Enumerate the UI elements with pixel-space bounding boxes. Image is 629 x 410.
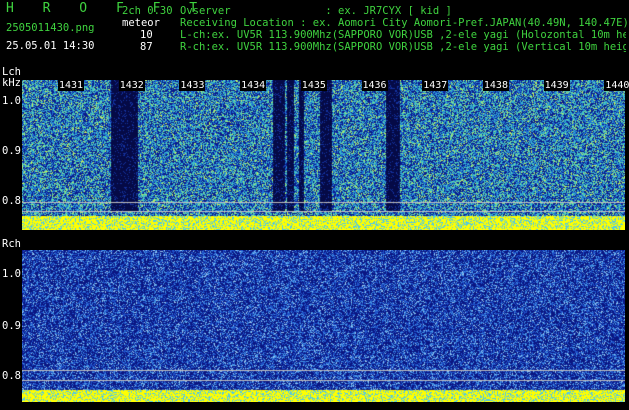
time-tick-1434: 1434 bbox=[240, 80, 267, 91]
lch-info-line: L-ch:ex. UV5R 113.900Mhz(SAPPORO VOR)USB… bbox=[180, 29, 626, 41]
time-tick-1432: 1432 bbox=[118, 80, 145, 91]
time-tick-1437: 1437 bbox=[422, 80, 449, 91]
observer-line: Ovserver : ex. JR7CYX [ kid ] bbox=[180, 5, 452, 17]
meteor-count-l: 10 bbox=[140, 29, 153, 41]
lch-spectrogram bbox=[22, 80, 625, 230]
rch-ytick-3: 0.8 bbox=[2, 370, 21, 382]
app-brand: H R O F F T bbox=[6, 1, 208, 16]
location-line: Receiving Location : ex. Aomori City Aom… bbox=[180, 17, 629, 29]
time-tick-1439: 1439 bbox=[543, 80, 570, 91]
lch-ytick-1: 1.0 bbox=[2, 95, 21, 107]
rch-spectrogram bbox=[22, 250, 625, 402]
filename-label: 2505011430.png bbox=[6, 22, 95, 34]
rch-ytick-1: 1.0 bbox=[2, 268, 21, 280]
rch-ytick-2: 0.9 bbox=[2, 320, 21, 332]
time-tick-1440: 1440 bbox=[604, 80, 629, 91]
time-tick-1431: 1431 bbox=[58, 80, 85, 91]
time-tick-1435: 1435 bbox=[300, 80, 327, 91]
time-tick-1436: 1436 bbox=[361, 80, 388, 91]
time-tick-1433: 1433 bbox=[179, 80, 206, 91]
rch-label: Rch bbox=[2, 238, 21, 250]
rch-info-line: R-ch:ex. UV5R 113.900Mhz(SAPPORO VOR)USB… bbox=[180, 41, 626, 53]
meteor-count-r: 87 bbox=[140, 41, 153, 53]
lch-unit-label: kHz bbox=[2, 77, 21, 89]
time-tick-1438: 1438 bbox=[482, 80, 509, 91]
lch-ytick-3: 0.8 bbox=[2, 195, 21, 207]
datetime-label: 25.05.01 14:30 bbox=[6, 40, 95, 52]
mode-label: 2ch 0.30 bbox=[122, 5, 173, 17]
lch-ytick-2: 0.9 bbox=[2, 145, 21, 157]
meteor-label: meteor bbox=[122, 17, 160, 29]
